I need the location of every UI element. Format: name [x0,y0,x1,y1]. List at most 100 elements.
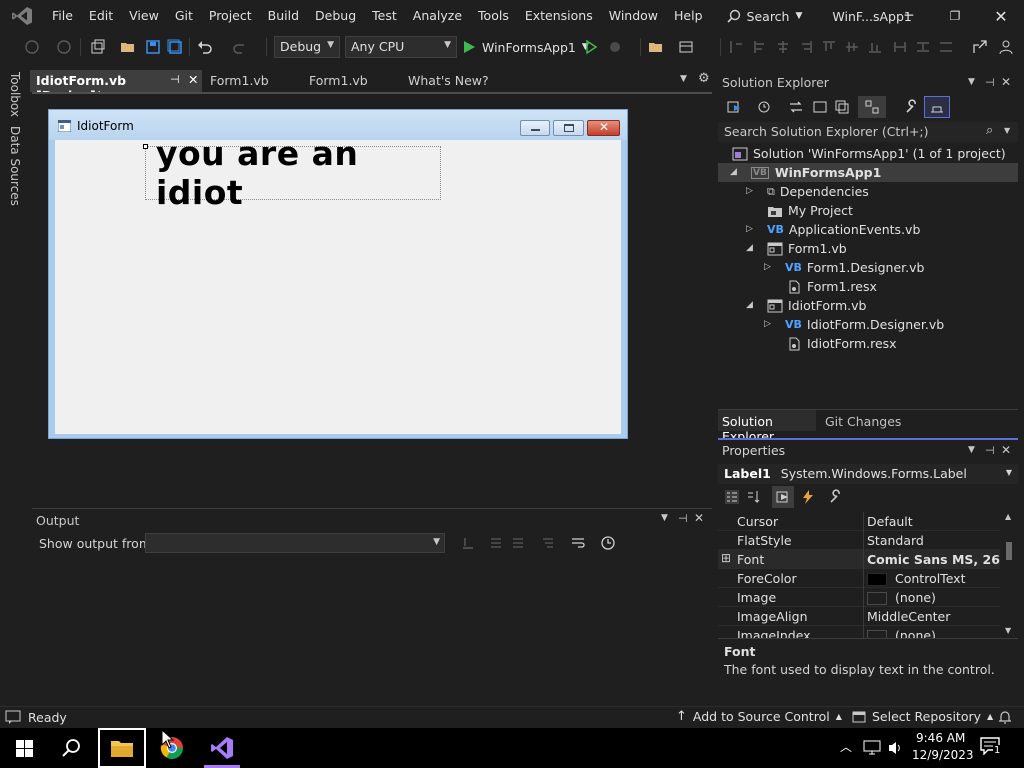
tree-item-form1[interactable]: Form1.vb [767,239,847,258]
open-folder-icon[interactable] [120,39,136,55]
tab-whats-new[interactable]: What's New? [402,70,512,92]
collapsed-arrow-icon[interactable]: ▷ [746,186,753,196]
menu-git[interactable]: Git [167,0,201,32]
tree-item-applicationevents[interactable]: VB ApplicationEvents.vb [767,220,920,239]
menu-extensions[interactable]: Extensions [517,0,601,32]
solution-platform-dropdown[interactable]: Any CPU ▼ [345,36,457,58]
menu-view[interactable]: View [121,0,167,32]
form-minimize-button[interactable] [520,120,550,136]
menu-analyze[interactable]: Analyze [405,0,470,32]
save-all-icon[interactable] [167,39,183,55]
tree-item-idiotform[interactable]: IdiotForm.vb [767,296,866,315]
panel-options-dropdown-icon[interactable]: ▼ [968,77,975,87]
property-value[interactable]: MiddleCenter [867,609,1000,624]
clock-time[interactable]: 9:46 AM [916,731,965,745]
find-message-icon[interactable] [460,535,476,551]
tab-git-changes[interactable]: Git Changes [825,414,901,429]
output-source-dropdown[interactable]: ▼ [145,533,445,553]
align-rights-icon[interactable] [798,39,814,55]
gear-icon[interactable]: ⚙ [698,71,710,86]
tree-item-solution[interactable]: Solution 'WinFormsApp1' (1 of 1 project) [732,144,1006,163]
tree-item-dependencies[interactable]: ⧉ Dependencies [767,182,869,201]
space-evenly-icon[interactable] [915,39,931,55]
align-centers-icon[interactable] [775,39,791,55]
next-message-icon[interactable] [510,535,526,551]
tree-item-idiotform-resx[interactable]: IdiotForm.resx [787,334,897,353]
align-tops-icon[interactable] [821,39,837,55]
events-lightning-icon[interactable] [800,489,816,505]
undo-icon[interactable] [197,39,213,55]
alphabetical-icon[interactable] [746,489,762,505]
object-selector-dropdown[interactable]: Label1 System.Windows.Forms.Label ▼ [718,464,1018,484]
solution-configuration-dropdown[interactable]: Debug ▼ [274,36,340,58]
action-center-button[interactable]: 1 [980,737,1004,759]
tab-form1-vb[interactable]: Form1.vb [204,70,302,92]
menu-window[interactable]: Window [601,0,666,32]
property-value[interactable]: Standard [867,533,1000,548]
expanded-arrow-icon[interactable]: ◢ [746,300,753,310]
tab-form1-vb-2[interactable]: Form1.vb [303,70,401,92]
network-icon[interactable] [863,740,881,756]
scrollbar-thumb[interactable] [1006,542,1012,560]
save-icon[interactable] [145,39,161,55]
feedback-icon[interactable] [998,39,1014,55]
property-row-flatstyle[interactable]: FlatStyle Standard [718,531,1000,550]
scroll-up-icon[interactable]: ▲ [1005,512,1011,521]
idiotform-design-window[interactable]: IdiotForm ✕ you are an idiot [48,109,628,439]
property-value[interactable]: Default [867,514,1000,529]
volume-icon[interactable] [888,740,904,756]
align-grid-icon[interactable] [728,39,744,55]
collapsed-arrow-icon[interactable]: ▷ [764,319,771,329]
align-middles-icon[interactable] [844,39,860,55]
show-hidden-icons-chevron-icon[interactable]: ︿ [840,738,852,755]
menu-test[interactable]: Test [364,0,405,32]
menu-debug[interactable]: Debug [307,0,364,32]
tab-list-dropdown-icon[interactable]: ▼ [680,74,687,84]
select-repository-button[interactable]: Select Repository ▲ [852,709,993,724]
collapse-all-icon[interactable] [834,99,850,115]
clear-all-icon[interactable] [540,535,556,551]
close-panel-icon[interactable]: ✕ [694,511,704,525]
toolbox-tab[interactable]: Toolbox [8,72,22,117]
close-window-button[interactable]: ✕ [978,0,1024,32]
data-sources-tab[interactable]: Data Sources [8,126,22,206]
navigate-forward-icon[interactable] [56,39,72,55]
sync-with-active-document-icon[interactable] [788,99,804,115]
expanded-arrow-icon[interactable]: ◢ [746,243,753,253]
expanded-arrow-icon[interactable]: ◢ [730,167,737,177]
file-explorer-taskbar-button[interactable] [98,728,146,768]
pin-icon[interactable]: ⊣ [985,76,995,89]
property-row-font[interactable]: ⊞ Font Comic Sans MS, 26.25pt [718,550,1000,569]
tree-item-project[interactable]: VB WinFormsApp1 [751,163,881,182]
navigate-back-icon[interactable] [24,39,40,55]
output-window-icon[interactable] [5,710,21,724]
start-without-debugging-icon[interactable] [583,39,599,55]
collapsed-arrow-icon[interactable]: ▷ [764,262,771,272]
clock-icon[interactable] [600,535,616,551]
word-wrap-icon[interactable] [570,535,586,551]
close-panel-icon[interactable]: ✕ [1001,75,1011,89]
close-tab-icon[interactable]: ✕ [188,72,198,87]
tab-idiotform-design[interactable]: IdiotForm.vb [Design]* ⊣ ✕ [30,70,202,103]
start-debugging-button[interactable]: WinFormsApp1 ▼ [462,36,589,58]
pin-icon[interactable]: ⊣ [678,512,688,525]
property-row-imagealign[interactable]: ImageAlign MiddleCenter [718,607,1000,626]
menu-help[interactable]: Help [666,0,711,32]
notifications-bell-icon[interactable] [998,710,1012,725]
tree-item-form1-resx[interactable]: Form1.resx [787,277,877,296]
spacing-icon[interactable] [938,39,954,55]
taskbar-search-button[interactable] [48,728,96,768]
panel-options-dropdown-icon[interactable]: ▼ [968,445,975,455]
property-value[interactable]: Comic Sans MS, 26.25pt [867,552,1000,567]
live-share-icon[interactable] [972,39,988,55]
property-row-cursor[interactable]: Cursor Default [718,512,1000,531]
tab-solution-explorer[interactable]: Solution Explorer [718,410,816,444]
form-maximize-button[interactable] [553,120,584,136]
expand-plus-icon[interactable]: ⊞ [721,551,731,565]
menu-build[interactable]: Build [260,0,307,32]
property-value-wrapper[interactable]: (none) [867,628,1000,638]
previous-message-icon[interactable] [488,535,504,551]
new-project-icon[interactable] [90,39,106,55]
start-button[interactable] [0,728,48,768]
property-row-forecolor[interactable]: ForeColor ControlText [718,569,1000,588]
